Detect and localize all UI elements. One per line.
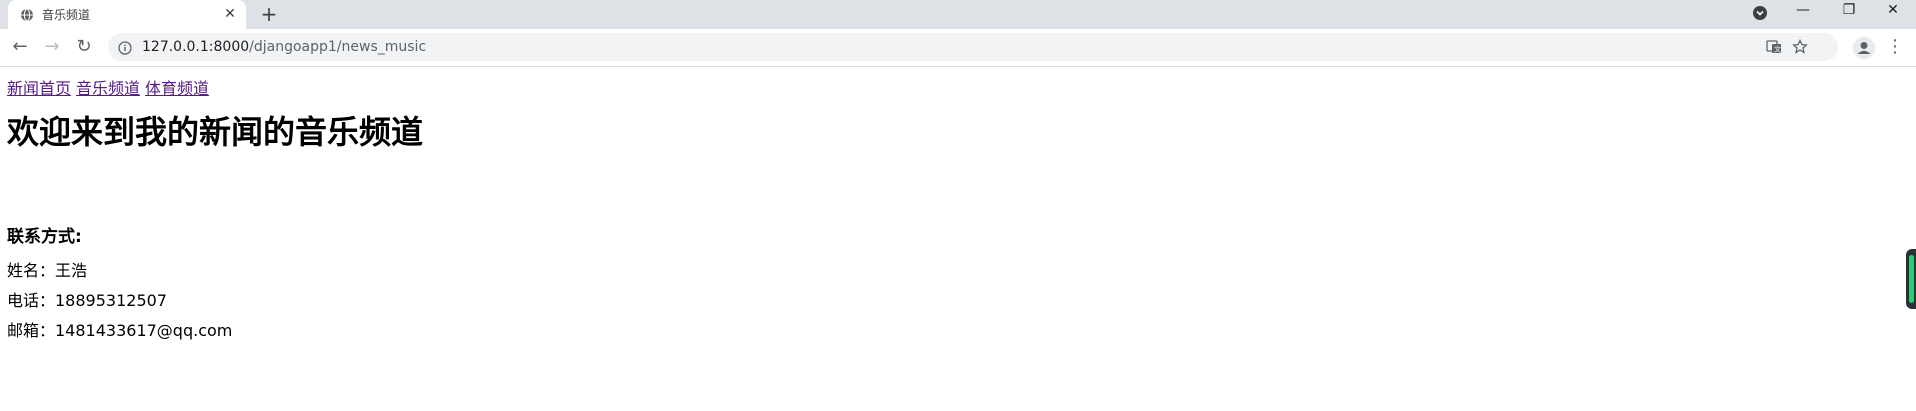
channel-nav: 新闻首页 音乐频道 体育频道 — [7, 75, 214, 99]
tab-active[interactable]: 音乐频道 ✕ — [8, 0, 246, 29]
tab-search-icon[interactable] — [1752, 5, 1768, 21]
url-text[interactable]: 127.0.0.1:8000/djangoapp1/news_music — [142, 39, 426, 55]
page-title: 欢迎来到我的新闻的音乐频道 — [7, 113, 424, 151]
globe-icon — [20, 7, 34, 22]
nav-link-music[interactable]: 音乐频道 — [76, 79, 140, 98]
info-icon[interactable] — [118, 40, 132, 55]
tab-title: 音乐频道 — [42, 8, 91, 22]
contact-email: 邮箱：1481433617@qq.com — [7, 321, 233, 340]
minimize-button[interactable]: — — [1780, 0, 1826, 22]
side-scroll-indicator — [1909, 255, 1914, 303]
tab-strip: 音乐频道 ✕ + — ❐ ✕ — [0, 0, 1916, 29]
translate-icon[interactable]: 文 — [1766, 39, 1782, 55]
url-path: /djangoapp1/news_music — [249, 39, 427, 55]
url-host: 127.0.0.1:8000 — [142, 39, 250, 55]
profile-avatar-icon[interactable] — [1853, 37, 1875, 59]
contact-name: 姓名：王浩 — [7, 261, 88, 280]
contact-phone: 电话：18895312507 — [7, 291, 167, 310]
restore-button[interactable]: ❐ — [1826, 0, 1872, 22]
window-close-button[interactable]: ✕ — [1870, 0, 1916, 22]
svg-text:文: 文 — [1774, 45, 1781, 54]
nav-link-home[interactable]: 新闻首页 — [7, 79, 71, 98]
new-tab-button[interactable]: + — [258, 4, 280, 26]
browser-toolbar: ← → ↻ 127.0.0.1:8000/djangoapp1/news_mus… — [0, 29, 1916, 67]
address-bar[interactable]: 127.0.0.1:8000/djangoapp1/news_music 文 — [108, 33, 1838, 61]
more-menu-icon[interactable]: ⋮ — [1886, 37, 1904, 59]
nav-link-sports[interactable]: 体育频道 — [145, 79, 209, 98]
contact-heading: 联系方式: — [7, 227, 82, 247]
forward-button[interactable]: → — [40, 37, 64, 57]
close-icon[interactable]: ✕ — [222, 6, 238, 22]
back-button[interactable]: ← — [8, 37, 32, 57]
side-scroll-handle[interactable] — [1906, 249, 1916, 309]
bookmark-star-icon[interactable] — [1792, 38, 1808, 55]
page-content: 新闻首页 音乐频道 体育频道 欢迎来到我的新闻的音乐频道 联系方式: 姓名：王浩 电… — [0, 67, 1916, 411]
reload-button[interactable]: ↻ — [72, 37, 96, 57]
